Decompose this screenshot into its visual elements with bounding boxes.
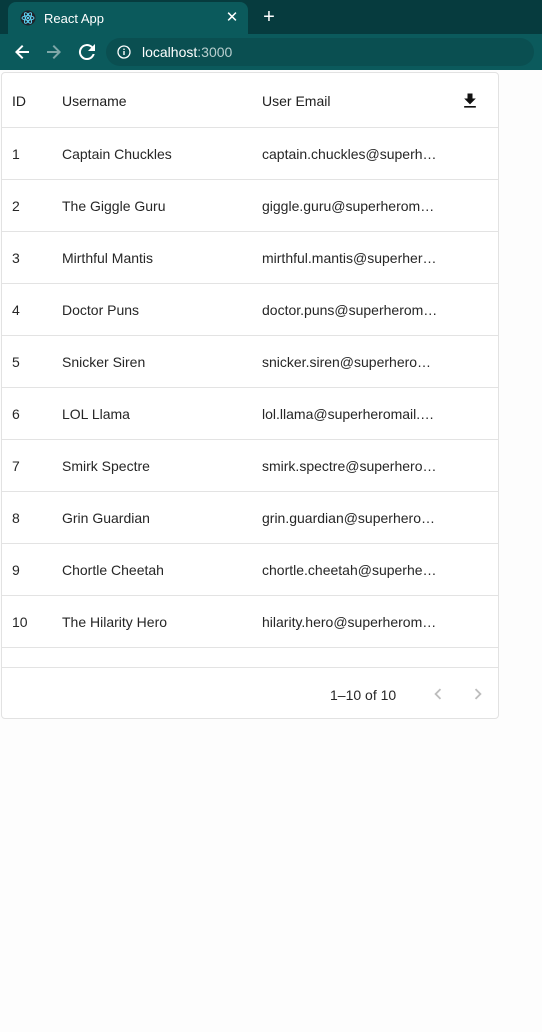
cell-username: Mirthful Mantis xyxy=(62,250,154,266)
cell-email: grin.guardian@superhero… xyxy=(262,510,435,526)
cell-email: smirk.spectre@superhero… xyxy=(262,458,437,474)
address-bar[interactable]: localhost:3000 xyxy=(106,38,534,66)
cell-email: hilarity.hero@superherom… xyxy=(262,614,437,630)
table-row[interactable]: 6 LOL Llama lol.llama@superheromail.… xyxy=(2,388,498,440)
table-row[interactable]: 1 Captain Chuckles captain.chuckles@supe… xyxy=(2,128,498,180)
column-header-username[interactable]: Username xyxy=(62,93,127,109)
cell-id: 2 xyxy=(12,198,20,214)
cell-username: Captain Chuckles xyxy=(62,146,172,162)
table-row[interactable]: 9 Chortle Cheetah chortle.cheetah@superh… xyxy=(2,544,498,596)
cell-username: The Giggle Guru xyxy=(62,198,166,214)
table-row[interactable]: 2 The Giggle Guru giggle.guru@superherom… xyxy=(2,180,498,232)
chevron-right-icon[interactable] xyxy=(467,683,489,705)
reload-icon[interactable] xyxy=(75,40,99,64)
grid-header-row: ID Username User Email xyxy=(2,73,498,128)
cell-id: 7 xyxy=(12,458,20,474)
cell-username: The Hilarity Hero xyxy=(62,614,168,630)
cell-email: captain.chuckles@superh… xyxy=(262,146,437,162)
cell-id: 9 xyxy=(12,562,20,578)
cell-username: Smirk Spectre xyxy=(62,458,150,474)
cell-email: giggle.guru@superherom… xyxy=(262,198,435,214)
table-row[interactable]: 7 Smirk Spectre smirk.spectre@superhero… xyxy=(2,440,498,492)
users-data-grid: ID Username User Email 1 Captain Chuckle… xyxy=(1,72,499,719)
cell-id: 4 xyxy=(12,302,20,318)
download-icon[interactable] xyxy=(460,91,480,111)
browser-toolbar: localhost:3000 xyxy=(0,34,542,70)
cell-username: Snicker Siren xyxy=(62,354,146,370)
browser-tab-strip: React App ✕ + xyxy=(0,0,542,34)
back-arrow-icon[interactable] xyxy=(10,40,34,64)
cell-email: lol.llama@superheromail.… xyxy=(262,406,435,422)
pagination-label: 1–10 of 10 xyxy=(330,687,397,703)
table-row[interactable]: 10 The Hilarity Hero hilarity.hero@super… xyxy=(2,596,498,648)
cell-id: 1 xyxy=(12,146,20,162)
cell-username: Chortle Cheetah xyxy=(62,562,164,578)
forward-arrow-icon[interactable] xyxy=(42,40,66,64)
table-row[interactable]: 4 Doctor Puns doctor.puns@superherom… xyxy=(2,284,498,336)
cell-id: 3 xyxy=(12,250,20,266)
table-row[interactable]: 3 Mirthful Mantis mirthful.mantis@superh… xyxy=(2,232,498,284)
url-host: localhost xyxy=(142,44,198,60)
grid-filler xyxy=(2,648,498,668)
table-row[interactable]: 8 Grin Guardian grin.guardian@superhero… xyxy=(2,492,498,544)
cell-email: snicker.siren@superhero… xyxy=(262,354,432,370)
react-logo-icon xyxy=(20,10,36,26)
column-header-email[interactable]: User Email xyxy=(262,93,442,109)
cell-username: Grin Guardian xyxy=(62,510,150,526)
new-tab-icon[interactable]: + xyxy=(258,6,280,28)
cell-email: chortle.cheetah@superhe… xyxy=(262,562,437,578)
url-port: :3000 xyxy=(197,44,233,60)
cell-username: Doctor Puns xyxy=(62,302,140,318)
cell-id: 10 xyxy=(12,614,28,630)
tab-title: React App xyxy=(44,11,104,26)
browser-tab[interactable]: React App ✕ xyxy=(8,2,248,34)
table-row[interactable]: 5 Snicker Siren snicker.siren@superhero… xyxy=(2,336,498,388)
site-info-icon[interactable] xyxy=(117,45,131,59)
cell-id: 5 xyxy=(12,354,20,370)
grid-footer: 1–10 of 10 xyxy=(2,669,498,718)
grid-body: 1 Captain Chuckles captain.chuckles@supe… xyxy=(2,128,498,648)
cell-id: 6 xyxy=(12,406,20,422)
close-tab-icon[interactable]: ✕ xyxy=(222,8,242,28)
chevron-left-icon[interactable] xyxy=(427,683,449,705)
url-text: localhost:3000 xyxy=(142,44,232,60)
cell-id: 8 xyxy=(12,510,20,526)
cell-username: LOL Llama xyxy=(62,406,130,422)
cell-email: doctor.puns@superherom… xyxy=(262,302,438,318)
column-header-id[interactable]: ID xyxy=(12,93,26,109)
cell-email: mirthful.mantis@superher… xyxy=(262,250,437,266)
